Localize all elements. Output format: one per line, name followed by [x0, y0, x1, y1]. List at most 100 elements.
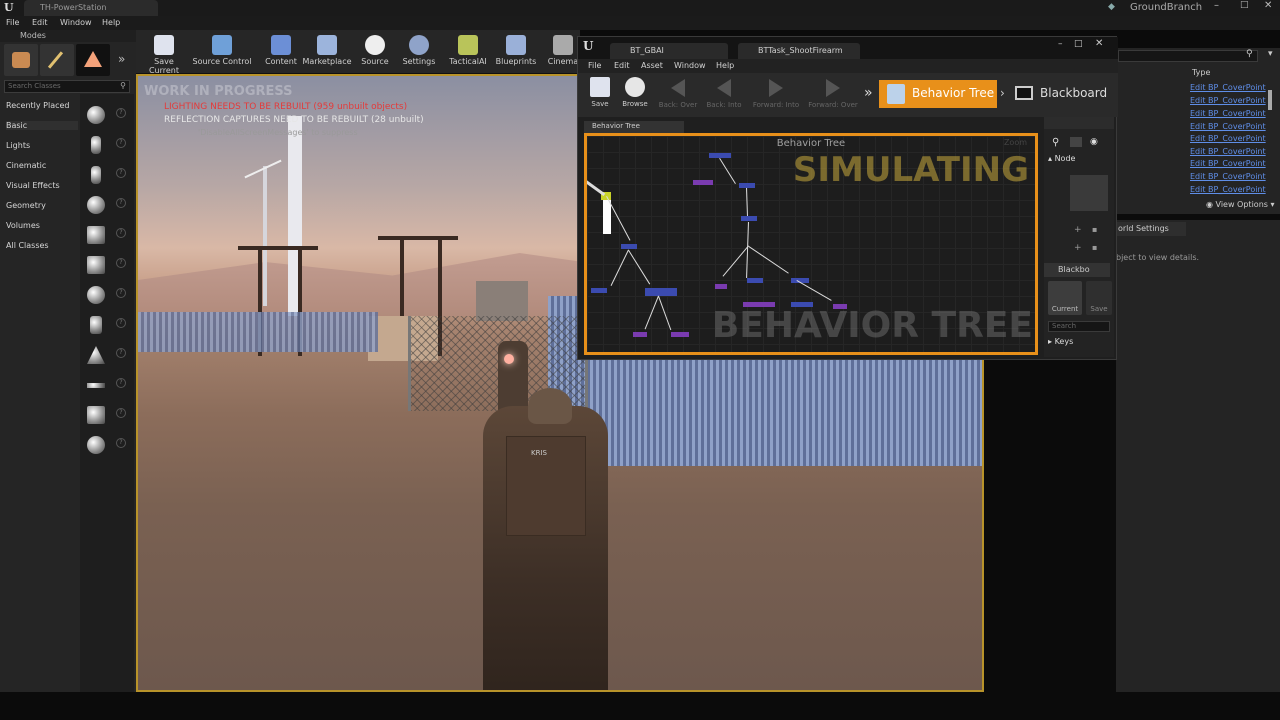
category-lights[interactable]: Lights [6, 141, 78, 150]
bt-service-node[interactable] [833, 304, 847, 309]
bt-task-node[interactable] [645, 288, 677, 296]
outliner-row-link[interactable]: Edit BP_CoverPoint [1190, 134, 1266, 143]
help-icon[interactable]: ? [116, 438, 126, 448]
keys-section[interactable]: ▸ Keys [1048, 337, 1073, 346]
more-modes-chevron-icon[interactable]: » [118, 52, 125, 66]
asset-player-start[interactable]: ? [84, 224, 126, 246]
help-icon[interactable]: ? [116, 228, 126, 238]
bt-menu-edit[interactable]: Edit [614, 61, 630, 70]
more-chevron-icon[interactable]: » [864, 85, 873, 101]
tab-bt-gbai[interactable]: BT_GBAI [610, 43, 728, 59]
bt-decorator-node[interactable] [693, 180, 713, 185]
outliner-row-link[interactable]: Edit BP_CoverPoint [1190, 109, 1266, 118]
forward-over-button[interactable]: Forward: Over [806, 77, 860, 109]
tab-bttask-shootfirearm[interactable]: BTTask_ShootFirearm [738, 43, 860, 59]
close-button[interactable]: ✕ [1264, 0, 1272, 11]
help-icon[interactable]: ? [116, 378, 126, 388]
outliner-row-link[interactable]: Edit BP_CoverPoint [1190, 159, 1266, 168]
asset-point-light[interactable]: ? [84, 194, 126, 216]
bt-menu-help[interactable]: Help [716, 61, 734, 70]
help-icon[interactable]: ? [116, 288, 126, 298]
filter-icon[interactable]: ▾ [1268, 49, 1273, 59]
tacticalai-button[interactable]: TacticalAI [446, 32, 490, 66]
asset-cube[interactable]: ? [84, 254, 126, 276]
trash-icon[interactable]: ▪ [1092, 225, 1097, 234]
category-visual-effects[interactable]: Visual Effects [6, 181, 78, 190]
help-icon[interactable]: ? [116, 198, 126, 208]
add-icon[interactable]: + [1074, 225, 1082, 235]
behavior-tree-graph[interactable]: Behavior Tree Zoom SIMULATING BEHAVIOR T… [584, 133, 1038, 355]
outliner-search-input[interactable] [1118, 50, 1258, 62]
asset-box-trigger[interactable]: ? [84, 404, 126, 426]
asset-sphere-trigger[interactable]: ? [84, 434, 126, 456]
asset-cylinder[interactable]: ? [84, 314, 126, 336]
search-classes-input[interactable]: Search Classes ⚲ [4, 80, 130, 93]
blackboard-save-button[interactable]: Save [1086, 281, 1112, 315]
menu-edit[interactable]: Edit [32, 18, 48, 27]
world-settings-tab[interactable]: orld Settings [1116, 222, 1186, 236]
bt-sequence-node[interactable] [621, 244, 637, 249]
bt-service-node[interactable] [715, 284, 727, 289]
category-geometry[interactable]: Geometry [6, 201, 78, 210]
blueprints-button[interactable]: Blueprints [494, 32, 538, 66]
maximize-button[interactable]: □ [1074, 39, 1083, 49]
asset-plane[interactable]: ? [84, 374, 126, 396]
bt-menu-asset[interactable]: Asset [641, 61, 663, 70]
paint-mode-button[interactable] [40, 44, 74, 76]
bt-task-node[interactable] [791, 302, 813, 307]
help-icon[interactable]: ? [116, 318, 126, 328]
bt-menu-window[interactable]: Window [674, 61, 706, 70]
back-over-button[interactable]: Back: Over [656, 77, 700, 109]
view-options-button[interactable]: ◉ View Options ▾ [1206, 200, 1275, 209]
outliner-row-link[interactable]: Edit BP_CoverPoint [1190, 83, 1266, 92]
foliage-mode-button[interactable] [76, 44, 110, 76]
menu-help[interactable]: Help [102, 18, 120, 27]
bt-task-node[interactable] [591, 288, 607, 293]
blackboard-search-input[interactable]: Search [1048, 321, 1110, 332]
level-tab[interactable]: TH-PowerStation [24, 0, 158, 16]
category-recently-placed[interactable]: Recently Placed [6, 101, 78, 110]
asset-pawn[interactable]: ? [84, 164, 126, 186]
bt-decorator-node[interactable] [743, 302, 775, 307]
bt-menu-file[interactable]: File [588, 61, 601, 70]
bt-service-node[interactable] [633, 332, 647, 337]
help-icon[interactable]: ? [116, 258, 126, 268]
bt-browse-button[interactable]: Browse [618, 77, 652, 108]
source-button[interactable]: Source [358, 32, 392, 66]
maximize-button[interactable]: □ [1240, 0, 1249, 10]
trash-icon[interactable]: ▪ [1092, 243, 1097, 252]
grid-view-icon[interactable] [1070, 137, 1082, 147]
add-icon[interactable]: + [1074, 243, 1082, 253]
outliner-row-link[interactable]: Edit BP_CoverPoint [1190, 96, 1266, 105]
details-search-icon[interactable]: ⚲ [1052, 137, 1059, 148]
menu-file[interactable]: File [6, 18, 19, 27]
close-button[interactable]: ✕ [1095, 38, 1103, 49]
help-icon[interactable]: ? [116, 108, 126, 118]
save-current-button[interactable]: Save Current [138, 32, 190, 75]
content-button[interactable]: Content [260, 32, 302, 66]
outliner-row-link[interactable]: Edit BP_CoverPoint [1190, 172, 1266, 181]
behavior-tree-graph-tab[interactable]: Behavior Tree [584, 121, 684, 133]
bt-service-node[interactable] [671, 332, 689, 337]
help-icon[interactable]: ? [116, 138, 126, 148]
settings-button[interactable]: Settings [400, 32, 438, 66]
category-cinematic[interactable]: Cinematic [6, 161, 78, 170]
cinematics-button[interactable]: Cinema [546, 32, 580, 66]
minimize-button[interactable]: – [1058, 39, 1063, 49]
eye-icon[interactable]: ◉ [1090, 137, 1098, 147]
blackboard-mode-button[interactable]: Blackboard [1013, 80, 1113, 108]
outliner-scrollbar[interactable] [1268, 90, 1272, 110]
outliner-row-link[interactable]: Edit BP_CoverPoint [1190, 185, 1266, 194]
source-control-button[interactable]: Source Control [192, 32, 252, 66]
blackboard-tab[interactable]: Blackbo [1044, 263, 1110, 277]
back-into-button[interactable]: Back: Into [702, 77, 746, 109]
forward-into-button[interactable]: Forward: Into [750, 77, 802, 109]
category-volumes[interactable]: Volumes [6, 221, 78, 230]
asset-sphere[interactable]: ? [84, 284, 126, 306]
behavior-tree-mode-button[interactable]: Behavior Tree › [879, 80, 1005, 108]
asset-empty-actor[interactable]: ? [84, 104, 126, 126]
marketplace-button[interactable]: Marketplace [302, 32, 352, 66]
place-mode-button[interactable] [4, 44, 38, 76]
asset-cone[interactable]: ? [84, 344, 126, 366]
menu-window[interactable]: Window [60, 18, 92, 27]
